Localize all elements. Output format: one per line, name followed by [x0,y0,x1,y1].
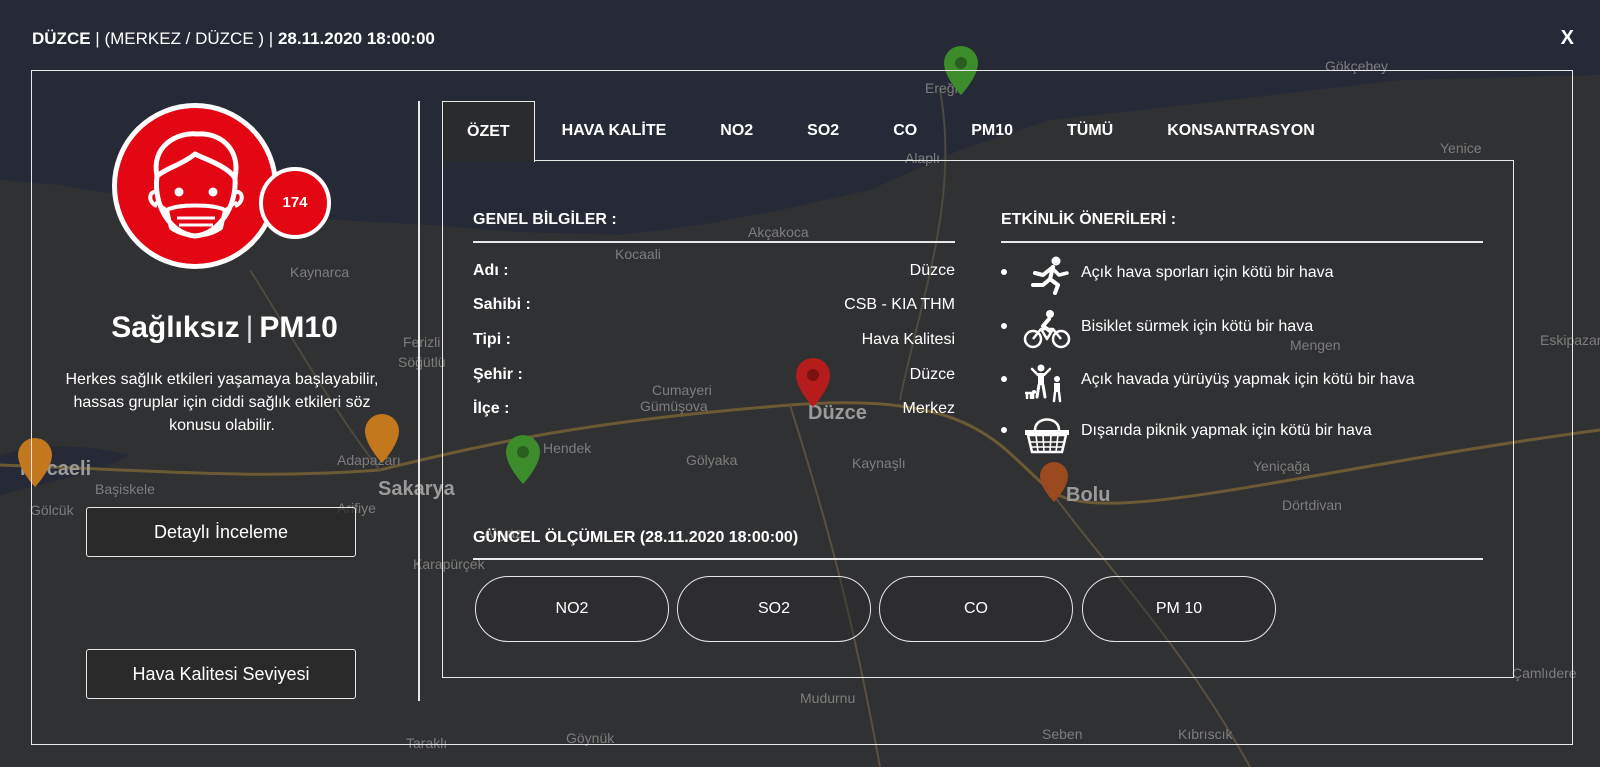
close-button[interactable]: X [1561,26,1574,50]
bicycle-icon [1023,310,1071,349]
tab-tumu[interactable]: TÜMÜ [1040,101,1140,161]
info-row: Şehir : Düzce [473,366,955,390]
info-row: Adı : Düzce [473,262,955,286]
masked-face-icon [112,103,278,269]
section-divider [1001,241,1483,243]
popup-header: DÜZCE | (MERKEZ / DÜZCE ) | 28.11.2020 1… [32,27,435,51]
panel-divider [418,101,420,701]
station-location: (MERKEZ / DÜZCE ) [104,29,265,48]
info-value: Merkez [902,400,955,417]
running-icon [1031,256,1069,295]
tab-hava-kalite[interactable]: HAVA KALİTE [535,101,694,161]
general-info-title: GENEL BİLGİLER : [473,211,617,228]
info-value: Düzce [909,262,955,279]
activity-suggestions-title: ETKİNLİK ÖNERİLERİ : [1001,211,1177,228]
status-panel: 174 Sağlıksız | PM10 Herkes sağlık etkiler… [32,71,417,744]
detailed-review-button[interactable]: Detaylı İnceleme [86,507,356,557]
info-key: Şehir : [473,366,523,383]
station-popup: 174 Sağlıksız | PM10 Herkes sağlık etkiler… [31,70,1573,745]
activity-text: Bisiklet sürmek için kötü bir hava [1081,318,1314,335]
tab-co[interactable]: CO [866,101,944,161]
family-walking-icon [1025,364,1062,403]
activity-text: Açık hava sporları için kötü bir hava [1081,264,1334,281]
activity-item: Dışarıda piknik yapmak için kötü bir hav… [1001,418,1481,465]
measurement-pm10-button[interactable]: PM 10 [1082,576,1276,642]
current-measurements-title: GÜNCEL ÖLÇÜMLER (28.11.2020 18:00:00) [473,529,799,546]
bullet [1001,427,1007,433]
activity-text: Açık havada yürüyüş yapmak için kötü bir… [1081,371,1415,388]
air-quality-level-button[interactable]: Hava Kalitesi Seviyesi [86,649,356,699]
bullet [1001,376,1007,382]
info-key: İlçe : [473,400,510,417]
info-value: CSB - KIA THM [844,296,955,313]
status-title: Sağlıksız | PM10 [32,311,417,345]
header-separator: | [268,29,274,48]
bullet [1001,269,1007,275]
activity-text: Dışarıda piknik yapmak için kötü bir hav… [1081,422,1372,439]
info-value: Hava Kalitesi [861,331,955,348]
info-row: Sahibi : CSB - KIA THM [473,296,955,320]
tab-ozet[interactable]: ÖZET [442,101,535,162]
activity-item: Açık hava sporları için kötü bir hava [1001,256,1481,301]
status-pollutant: PM10 [259,311,338,344]
measurement-datetime: 28.11.2020 18:00:00 [277,29,435,48]
bullet [1001,323,1007,329]
status-description: Herkes sağlık etkileri yaşamaya başlayab… [65,371,379,434]
info-row: Tipi : Hava Kalitesi [473,331,955,355]
tab-no2[interactable]: NO2 [693,101,780,161]
summary-tab-panel: GENEL BİLGİLER : Adı : Düzce Sahibi : CS… [442,160,1514,678]
tab-bar: ÖZET HAVA KALİTE NO2 SO2 CO PM10 TÜMÜ KO… [442,101,1342,162]
info-key: Adı : [473,262,509,279]
picnic-basket-icon [1025,418,1069,454]
tab-so2[interactable]: SO2 [780,101,866,161]
status-label: Sağlıksız [111,311,240,344]
info-value: Düzce [909,366,955,383]
header-separator: | [95,29,100,48]
activity-item: Açık havada yürüyüş yapmak için kötü bir… [1001,364,1481,414]
measurement-co-button[interactable]: CO [879,576,1073,642]
info-key: Tipi : [473,331,511,348]
info-key: Sahibi : [473,296,531,313]
tab-pm10[interactable]: PM10 [944,101,1040,161]
station-city: DÜZCE [32,29,91,48]
activity-item: Bisiklet sürmek için kötü bir hava [1001,310,1481,355]
info-row: İlçe : Merkez [473,400,955,424]
section-divider [473,558,1483,560]
aqi-value-badge: 174 [259,167,331,239]
measurement-no2-button[interactable]: NO2 [475,576,669,642]
section-divider [473,241,955,243]
measurement-so2-button[interactable]: SO2 [677,576,871,642]
status-separator: | [245,311,254,344]
tab-konsantrasyon[interactable]: KONSANTRASYON [1140,101,1342,161]
